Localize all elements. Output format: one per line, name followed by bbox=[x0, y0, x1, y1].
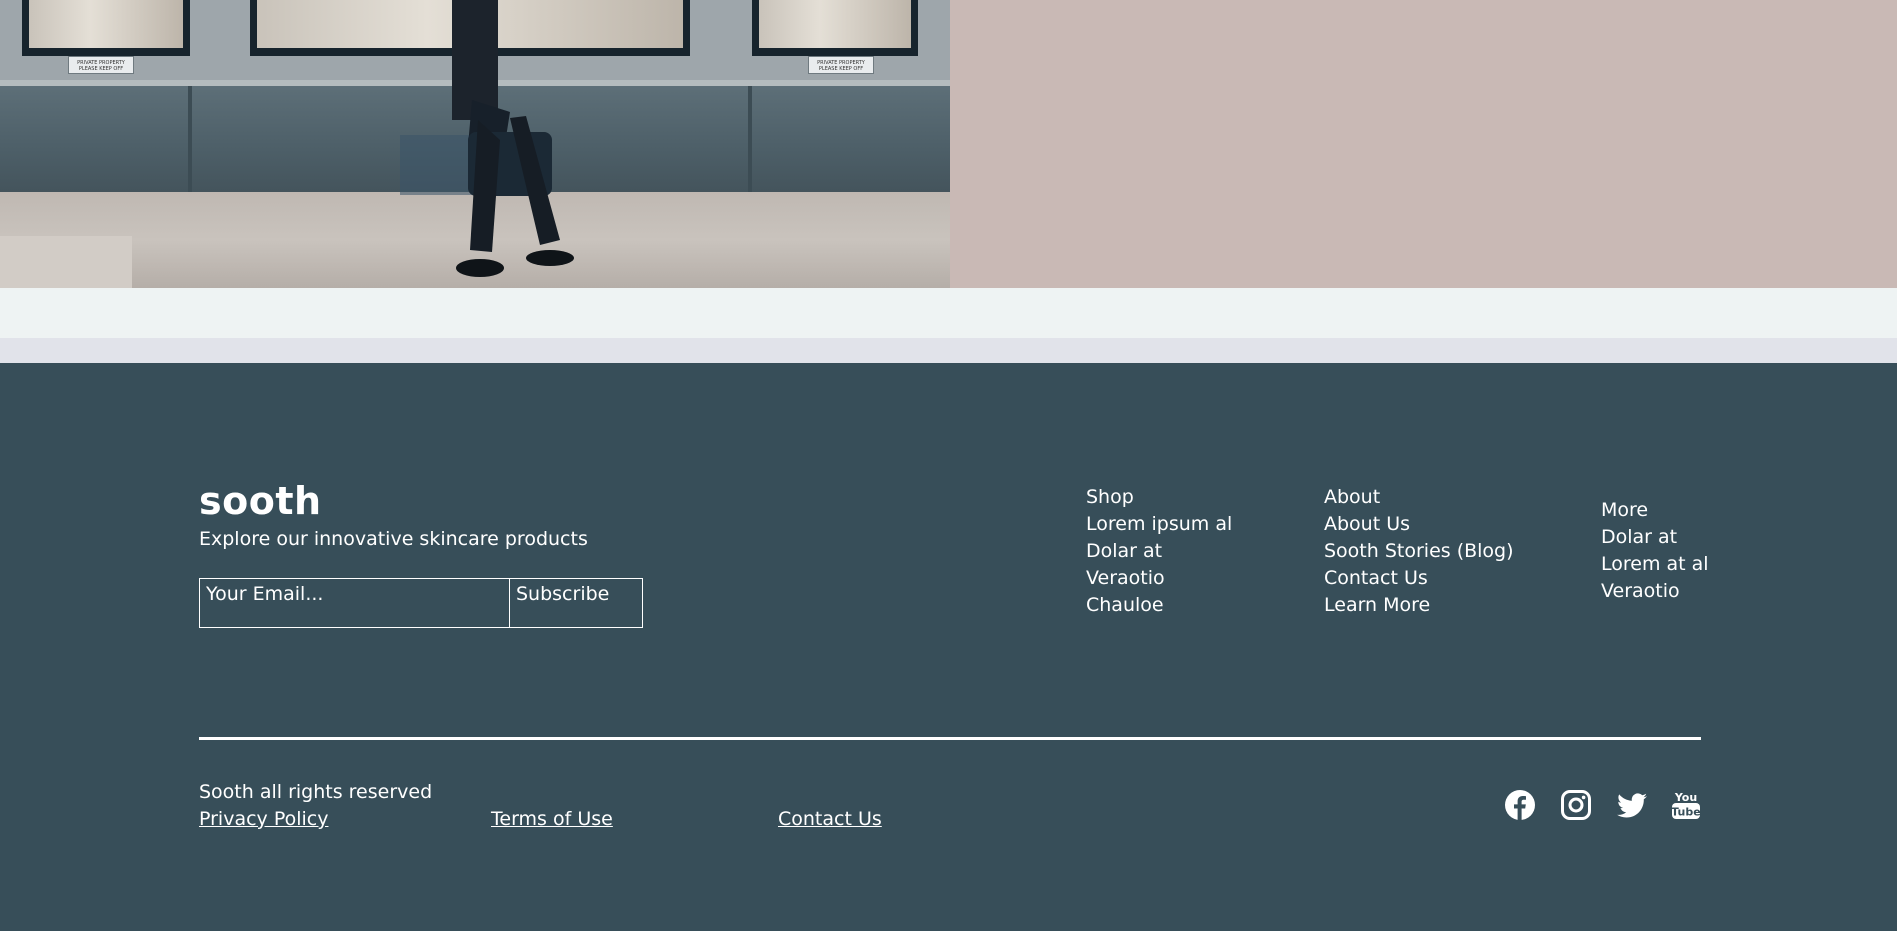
footer-link[interactable]: Lorem at al bbox=[1601, 551, 1709, 578]
private-property-sign: PRIVATE PROPERTY PLEASE KEEP OFF bbox=[68, 56, 134, 74]
spacer-band bbox=[0, 338, 1897, 363]
svg-text:You: You bbox=[1674, 791, 1697, 804]
privacy-policy-link[interactable]: Privacy Policy bbox=[199, 808, 328, 830]
footer-link[interactable]: Lorem ipsum al bbox=[1086, 511, 1232, 538]
walking-person bbox=[400, 0, 574, 277]
footer-link[interactable]: Learn More bbox=[1324, 592, 1514, 619]
shop-window bbox=[752, 0, 918, 56]
footer-column-about: About About Us Sooth Stories (Blog) Cont… bbox=[1324, 484, 1514, 619]
site-footer: sooth Explore our innovative skincare pr… bbox=[0, 363, 1897, 931]
footer-link[interactable]: Dolar at bbox=[1086, 538, 1232, 565]
terms-of-use-link[interactable]: Terms of Use bbox=[491, 808, 613, 830]
shop-window bbox=[22, 0, 190, 56]
footer-column-heading[interactable]: More bbox=[1601, 497, 1709, 524]
footer-tagline: Explore our innovative skincare products bbox=[199, 528, 588, 550]
footer-column-shop: Shop Lorem ipsum al Dolar at Veraotio Ch… bbox=[1086, 484, 1232, 619]
svg-text:PLEASE KEEP OFF: PLEASE KEEP OFF bbox=[79, 66, 123, 72]
private-property-sign: PRIVATE PROPERTY PLEASE KEEP OFF bbox=[808, 56, 874, 74]
footer-divider bbox=[199, 737, 1701, 740]
hero-color-panel bbox=[950, 0, 1897, 288]
footer-column-heading[interactable]: About bbox=[1324, 484, 1514, 511]
footer-link[interactable]: Contact Us bbox=[1324, 565, 1514, 592]
footer-link[interactable]: Veraotio bbox=[1601, 578, 1709, 605]
youtube-icon[interactable]: You Tube bbox=[1670, 789, 1702, 821]
footer-link[interactable]: About Us bbox=[1324, 511, 1514, 538]
svg-text:PLEASE KEEP OFF: PLEASE KEEP OFF bbox=[819, 66, 863, 72]
contact-us-link[interactable]: Contact Us bbox=[778, 808, 882, 830]
storefront-photo: PRIVATE PROPERTY PLEASE KEEP OFF PRIVATE… bbox=[0, 0, 950, 288]
hero-section: PRIVATE PROPERTY PLEASE KEEP OFF PRIVATE… bbox=[0, 0, 1897, 288]
facebook-icon[interactable] bbox=[1504, 789, 1536, 821]
footer-logo[interactable]: sooth bbox=[199, 479, 322, 523]
spacer-band bbox=[0, 288, 1897, 338]
copyright-text: Sooth all rights reserved bbox=[199, 781, 433, 803]
subscribe-button[interactable]: Subscribe bbox=[510, 579, 642, 627]
footer-column-heading[interactable]: Shop bbox=[1086, 484, 1232, 511]
svg-text:Tube: Tube bbox=[1671, 806, 1700, 819]
email-input[interactable]: Your Email... bbox=[200, 579, 510, 627]
twitter-icon[interactable] bbox=[1616, 789, 1648, 821]
footer-column-more: More Dolar at Lorem at al Veraotio bbox=[1601, 497, 1709, 605]
footer-link[interactable]: Veraotio bbox=[1086, 565, 1232, 592]
newsletter-form: Your Email... Subscribe bbox=[199, 578, 643, 628]
footer-link[interactable]: Chauloe bbox=[1086, 592, 1232, 619]
footer-link[interactable]: Dolar at bbox=[1601, 524, 1709, 551]
footer-link[interactable]: Sooth Stories (Blog) bbox=[1324, 538, 1514, 565]
instagram-icon[interactable] bbox=[1560, 789, 1592, 821]
